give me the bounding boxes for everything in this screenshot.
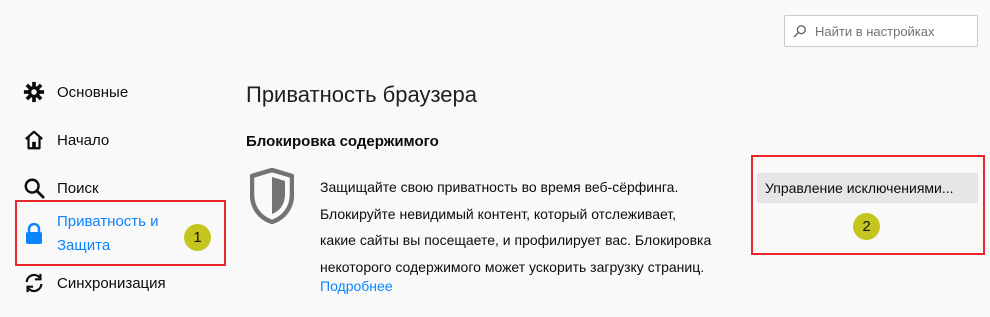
sidebar-item-home[interactable]: Начало — [22, 128, 109, 152]
sync-icon — [22, 271, 46, 295]
home-icon — [22, 128, 46, 152]
sidebar-item-search[interactable]: Поиск — [22, 176, 99, 200]
content-blocking-description: Защищайте свою приватность во время веб-… — [320, 174, 750, 280]
sidebar-item-sync[interactable]: Синхронизация — [22, 271, 166, 295]
description-line: какие сайты вы посещаете, и профилирует … — [320, 232, 712, 248]
learn-more-link[interactable]: Подробнее — [320, 278, 393, 294]
search-input[interactable] — [813, 22, 977, 40]
search-icon — [793, 25, 806, 38]
annotation-badge-2: 2 — [853, 213, 880, 240]
settings-search-box[interactable] — [784, 15, 978, 47]
section-title: Блокировка содержимого — [246, 133, 439, 150]
description-line: Блокируйте невидимый контент, который от… — [320, 205, 677, 222]
gear-icon — [22, 80, 46, 104]
sidebar-item-general[interactable]: Основные — [22, 80, 128, 104]
description-line: Защищайте свою приватность во время веб-… — [320, 179, 679, 195]
sidebar-item-label: Начало — [57, 131, 110, 149]
annotation-box-2 — [751, 155, 985, 255]
sidebar-item-label: Поиск — [57, 179, 99, 197]
sidebar-item-label: Синхронизация — [57, 274, 166, 292]
sidebar-item-label: Основные — [57, 83, 129, 101]
search-icon — [22, 176, 46, 200]
annotation-badge-1: 1 — [184, 224, 211, 251]
shield-icon — [250, 168, 294, 224]
description-line: некоторого содержимого может ускорить за… — [320, 258, 705, 275]
page-title: Приватность браузера — [246, 82, 478, 107]
